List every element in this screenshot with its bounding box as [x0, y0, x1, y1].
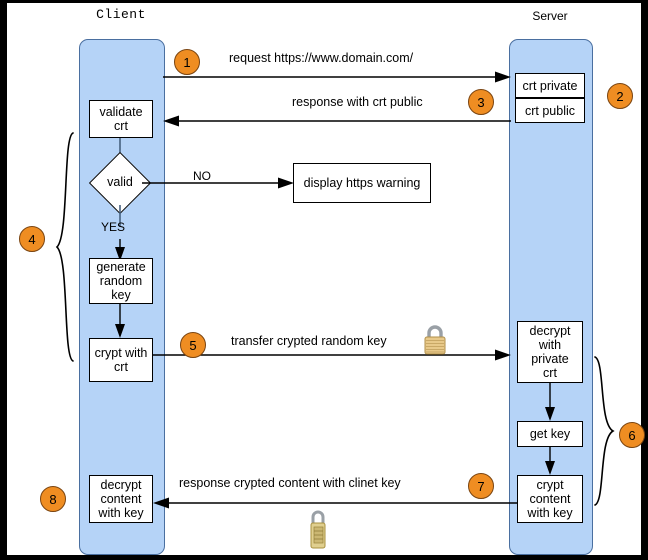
message-label-transfer-key: transfer crypted random key [231, 334, 387, 348]
server-crt-public-label: crt public [524, 103, 576, 118]
message-arrow-request [163, 71, 511, 83]
server-crt-private-label: crt private [522, 78, 578, 93]
server-crt-public-box: crt public [515, 98, 585, 123]
step-marker-4[interactable]: 4 [19, 226, 45, 252]
yes-branch-label: YES [101, 220, 126, 234]
client-generate-random-key-label: generate random key [96, 260, 146, 302]
step-marker-8[interactable]: 8 [40, 486, 66, 512]
no-branch-arrow [142, 177, 294, 189]
step-marker-3-label: 3 [477, 94, 485, 110]
step-marker-7-label: 7 [477, 478, 485, 494]
step-marker-5[interactable]: 5 [180, 332, 206, 358]
step-marker-1[interactable]: 1 [174, 49, 200, 75]
step-marker-6-label: 6 [628, 427, 636, 443]
step-marker-2[interactable]: 2 [607, 83, 633, 109]
server-decrypt-with-private-crt-label: decrypt with private crt [529, 324, 571, 380]
step-marker-2-label: 2 [616, 88, 624, 104]
column-title-server: Server [532, 9, 568, 23]
client-validate-crt-label: validate crt [99, 105, 143, 133]
client-generate-random-key-box: generate random key [89, 258, 153, 304]
step-marker-6[interactable]: 6 [619, 422, 645, 448]
step-marker-7[interactable]: 7 [468, 473, 494, 499]
message-label-request: request https://www.domain.com/ [229, 51, 414, 65]
step-marker-3[interactable]: 3 [468, 89, 494, 115]
message-label-response-content: response crypted content with clinet key [179, 476, 401, 490]
step-marker-1-label: 1 [183, 54, 191, 70]
no-branch-label: NO [193, 169, 211, 183]
server-crypt-content-label: crypt content with key [527, 478, 573, 520]
client-crypt-with-crt-box: crypt with crt [89, 338, 153, 382]
arrow-getkey-to-crypt-content [545, 447, 555, 475]
server-get-key-box: get key [517, 421, 583, 447]
server-crypt-content-box: crypt content with key [517, 475, 583, 523]
padlock-icon [424, 325, 446, 355]
client-phase-brace [55, 132, 74, 362]
display-https-warning-box: display https warning [293, 163, 431, 203]
arrow-generate-to-crypt [115, 304, 125, 338]
message-arrow-transfer-key [153, 349, 511, 361]
message-label-response-crt: response with crt public [292, 95, 423, 109]
step-marker-5-label: 5 [189, 337, 197, 353]
client-decrypt-content-label: decrypt content with key [98, 478, 144, 520]
message-arrow-response-crt [163, 115, 511, 127]
combination-padlock-icon [310, 510, 326, 549]
step-marker-8-label: 8 [49, 491, 57, 507]
message-arrow-response-content [153, 497, 517, 509]
server-decrypt-with-private-crt-box: decrypt with private crt [517, 321, 583, 383]
client-validate-crt-box: validate crt [89, 100, 153, 138]
diagram-canvas: Client Server validate crt valid NO disp… [0, 0, 648, 560]
arrow-decrypt-to-getkey [545, 383, 555, 421]
display-https-warning-label: display https warning [303, 176, 421, 190]
client-decrypt-content-box: decrypt content with key [89, 475, 153, 523]
step-marker-4-label: 4 [28, 231, 36, 247]
server-get-key-label: get key [529, 427, 571, 441]
column-title-client: Client [96, 7, 146, 22]
client-crypt-with-crt-label: crypt with crt [94, 346, 148, 374]
server-phase-brace [594, 356, 615, 506]
server-crt-private-box: crt private [515, 73, 585, 98]
